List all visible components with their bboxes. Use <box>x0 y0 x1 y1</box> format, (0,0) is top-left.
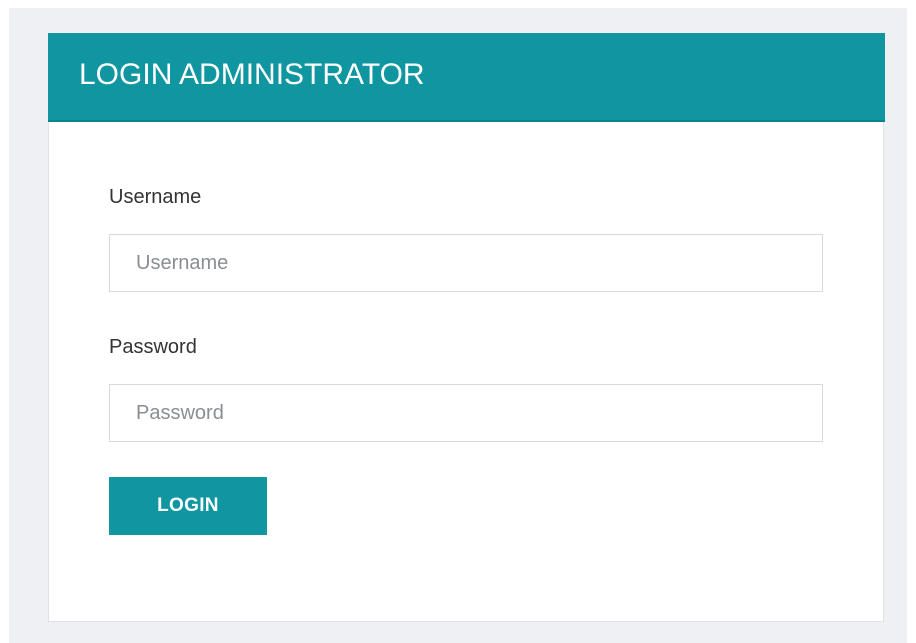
login-panel: LOGIN ADMINISTRATOR Username Password LO… <box>48 33 885 622</box>
page-title: LOGIN ADMINISTRATOR <box>79 58 425 91</box>
username-input[interactable] <box>109 234 823 292</box>
username-label: Username <box>109 186 202 208</box>
password-label: Password <box>109 336 197 358</box>
password-input[interactable] <box>109 384 823 442</box>
login-panel-header: LOGIN ADMINISTRATOR <box>48 33 885 122</box>
login-button[interactable]: LOGIN <box>109 477 267 535</box>
